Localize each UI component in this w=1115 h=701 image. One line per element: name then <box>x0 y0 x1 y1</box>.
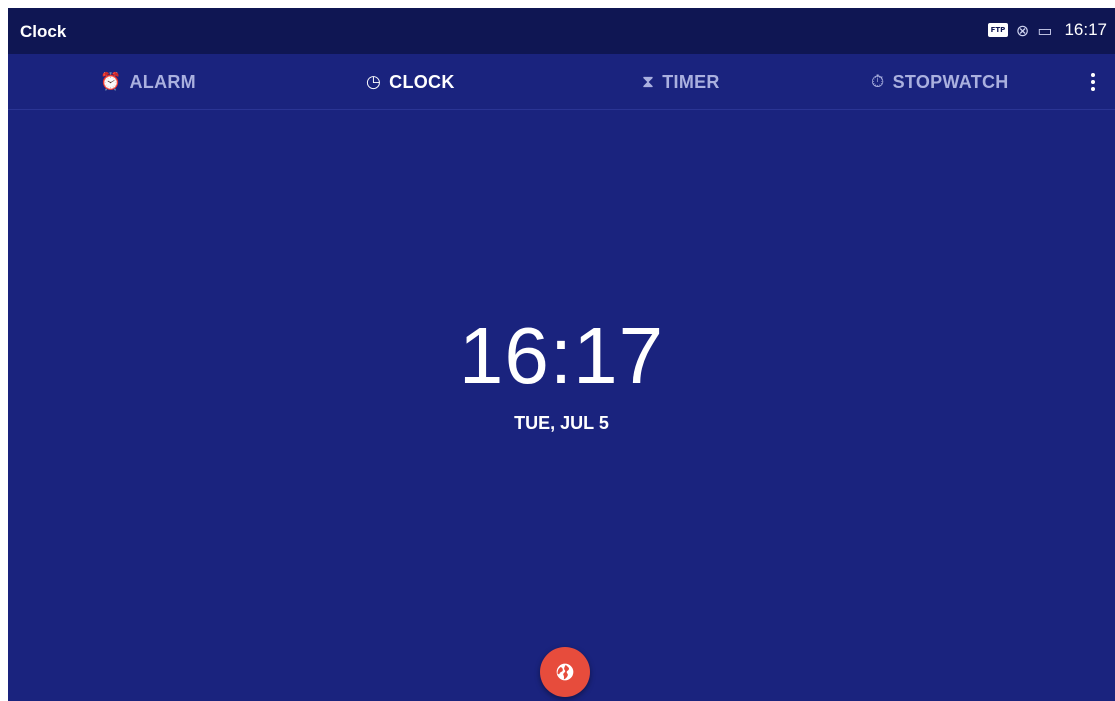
tab-clock[interactable]: ◷ CLOCK <box>366 54 455 110</box>
clock-icon: ◷ <box>366 72 382 92</box>
tab-timer[interactable]: ⧗ TIMER <box>642 54 720 110</box>
ftp-label: FTP <box>990 26 1006 34</box>
tab-bar: ⏰ ALARM ◷ CLOCK ⧗ TIMER ⏱ STOPWATCH <box>8 54 1115 110</box>
clock-app-screen: Clock FTP ⊗ ▭ 16:17 ⏰ ALARM ◷ CLOCK ⧗ TI… <box>8 8 1115 701</box>
overflow-dot <box>1091 73 1095 77</box>
tab-alarm-label: ALARM <box>129 71 196 92</box>
clock-date: TUE, JUL 5 <box>514 413 609 433</box>
tab-stopwatch[interactable]: ⏱ STOPWATCH <box>871 54 1009 110</box>
digital-clock-time: 16:17 <box>458 311 665 400</box>
overflow-dot <box>1091 80 1095 84</box>
tab-alarm[interactable]: ⏰ ALARM <box>100 54 196 110</box>
overflow-menu-button[interactable] <box>1081 54 1105 110</box>
no-camera-icon: ⊗ <box>1015 20 1030 40</box>
status-time: 16:17 <box>1064 20 1107 39</box>
globe-icon <box>556 663 574 681</box>
app-title: Clock <box>20 22 67 41</box>
tab-timer-label: TIMER <box>662 71 720 92</box>
tab-stopwatch-label: STOPWATCH <box>892 71 1009 92</box>
overflow-dot <box>1091 87 1095 91</box>
world-clock-button[interactable] <box>540 647 590 697</box>
status-bar: Clock FTP ⊗ ▭ 16:17 <box>8 8 1115 54</box>
ftp-icon: FTP <box>987 23 1008 37</box>
hourglass-icon: ⧗ <box>642 72 655 92</box>
tab-clock-label: CLOCK <box>389 71 455 92</box>
alarm-icon: ⏰ <box>100 72 122 92</box>
stopwatch-icon: ⏱ <box>871 72 885 92</box>
monitor-icon: ▭ <box>1037 20 1053 40</box>
status-icons: FTP ⊗ ▭ 16:17 <box>987 20 1107 40</box>
